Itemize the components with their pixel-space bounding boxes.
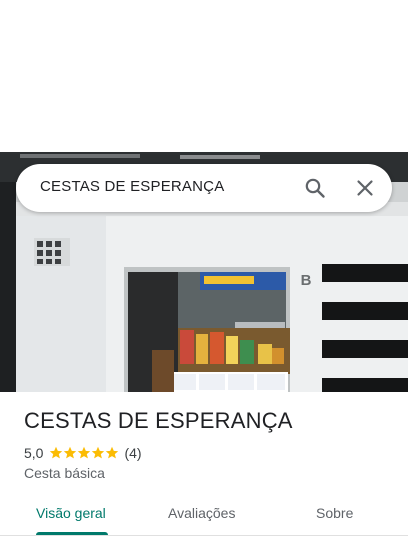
door-label: B <box>301 272 312 289</box>
tab-about[interactable]: Sobre <box>316 505 353 521</box>
star-icon <box>50 446 63 459</box>
top-blank-area <box>0 0 408 152</box>
search-bar[interactable]: CESTAS DE ESPERANÇA <box>16 164 392 212</box>
search-input[interactable]: CESTAS DE ESPERANÇA <box>40 178 224 195</box>
star-icon <box>78 446 91 459</box>
rating-stars <box>49 446 119 460</box>
tab-overview[interactable]: Visão geral <box>36 505 106 521</box>
star-icon <box>106 446 119 459</box>
star-icon <box>64 446 77 459</box>
close-icon[interactable] <box>353 176 377 200</box>
tab-reviews[interactable]: Avaliações <box>168 505 235 521</box>
star-icon <box>92 446 105 459</box>
rating-row[interactable]: 5,0 (4) <box>24 444 142 462</box>
search-icon[interactable] <box>303 176 327 200</box>
tabs-divider <box>0 535 408 536</box>
place-category[interactable]: Cesta básica <box>24 465 105 481</box>
rating-value: 5,0 <box>24 445 44 461</box>
review-count[interactable]: (4) <box>124 445 141 461</box>
place-title: CESTAS DE ESPERANÇA <box>24 408 293 433</box>
